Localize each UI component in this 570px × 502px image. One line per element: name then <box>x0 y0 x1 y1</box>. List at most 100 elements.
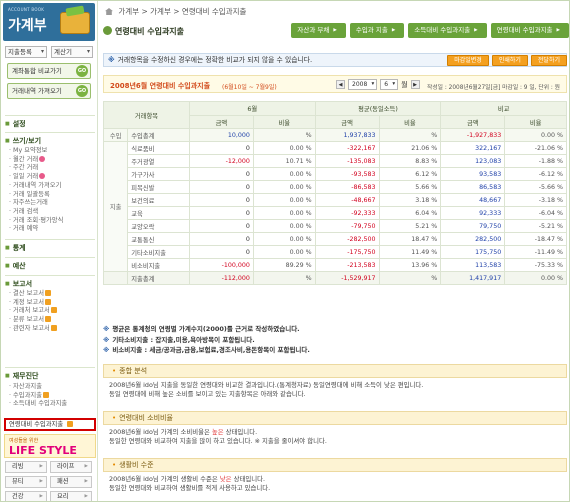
table-header-row: 거래항목 6월 평균(동일소득) 비교 <box>103 101 567 129</box>
sidebar-section-diagnosis[interactable]: 재무진단 <box>5 367 95 381</box>
sidebar-section-budget[interactable]: 예산 <box>5 257 95 271</box>
cell-ratio: 0.00 % <box>252 245 316 259</box>
sidebar-section-report[interactable]: 보고서 <box>5 275 95 289</box>
cell-amount: -93,583 <box>314 167 380 181</box>
cell-ratio: 3.18 % <box>378 193 442 207</box>
import-transactions-button[interactable]: 거래내역 가져오기 GO <box>7 83 91 99</box>
cell-amount: -92,333 <box>314 206 380 220</box>
sidebar-item-vendor-report[interactable]: 거래처 보고서 <box>9 307 57 316</box>
sidebar-item-bulk[interactable]: 거래 일괄등록 <box>9 191 63 200</box>
panel-line: 동일한 연령대와 비교하여 지출을 많이 하고 있습니다. ※ 지출을 줄이셔야… <box>109 437 327 445</box>
sidebar-item-settlement-report[interactable]: 결산 보고서 <box>9 290 57 299</box>
home-icon[interactable] <box>105 8 113 15</box>
cell-amount: 0 <box>188 245 254 259</box>
prev-arrow-icon[interactable]: ◀ <box>336 80 345 89</box>
cell-ratio: -21.06 % <box>504 141 567 155</box>
row-item: 교양오락 <box>127 219 190 233</box>
share-button[interactable]: 전달하기 <box>530 55 567 66</box>
cell-amount: -48,667 <box>314 193 380 207</box>
sidebar-item-label: 자주쓰는거래 <box>13 199 48 207</box>
import-transactions-label: 거래내역 가져오기 <box>12 87 62 95</box>
breadcrumb-item[interactable]: 가계부 <box>118 7 139 16</box>
cell-ratio: 21.06 % <box>378 141 442 155</box>
tab-assets-liabilities[interactable]: 자산과 부채 <box>291 23 346 38</box>
sidebar-item-frequent[interactable]: 자주쓰는거래 <box>9 199 63 208</box>
table-row: 교양오락 0 0.00 % -79,750 5.21 % 79,750 -5.21 % <box>104 219 567 233</box>
sidebar-item-person-report[interactable]: 관련자 보고서 <box>9 324 57 334</box>
lifestyle-health-button[interactable]: 건강 <box>5 491 47 501</box>
period-range: (6월10일 ~ 7월9일) <box>222 84 277 91</box>
row-item: 교통통신 <box>127 232 190 246</box>
cell-amount: 79,750 <box>440 219 506 233</box>
sidebar-item-label: 수입과지출 <box>13 391 42 399</box>
print-button[interactable]: 인쇄하기 <box>491 55 528 66</box>
cell-amount: -12,000 <box>188 154 254 168</box>
lifestyle-cooking-button[interactable]: 요리 <box>50 491 92 501</box>
table-row-income: 수입 수입총계 10,000 % 1,937,833 % -1,927,833 … <box>102 128 567 142</box>
sidebar-section-stats[interactable]: 통계 <box>5 239 95 253</box>
cell-amount: 0 <box>188 180 254 194</box>
go-icon: GO <box>76 65 88 77</box>
lifestyle-life-button[interactable]: 라이프 <box>50 461 92 473</box>
calculator-select[interactable]: 계산기 <box>51 46 93 58</box>
table-row: 보건의료 0 0.00 % -48,667 3.18 % 48,667 -3.18 % <box>104 193 567 207</box>
register-select[interactable]: 지출등록 <box>5 46 47 58</box>
row-item: 지출총계 <box>127 271 190 285</box>
sidebar-item-label: 분류 보고서 <box>13 316 44 324</box>
sidebar-item-daily[interactable]: 일일 거래 <box>9 173 63 182</box>
lifestyle-banner[interactable]: 여성들을 위한 LIFE STYLE <box>4 434 96 458</box>
report-list: 결산 보고서 계정 보고서 거래처 보고서 분류 보고서 관련자 보고서 <box>9 290 57 334</box>
sidebar-item-label: 거래 예약 <box>13 225 39 233</box>
page-title: 연령대비 수입과지출 <box>103 26 184 37</box>
sidebar-item-summary[interactable]: My 요약정보 <box>9 147 63 156</box>
next-arrow-icon[interactable]: ▶ <box>410 80 420 89</box>
sidebar-item-assets-expense[interactable]: 자산과지출 <box>9 383 67 392</box>
breadcrumb-item[interactable]: 가계부 <box>150 7 171 16</box>
panel-line: 2008년6월 ido님 가계의 생활비 수준은 낮은 상태입니다. <box>109 475 561 484</box>
tab-age-compare[interactable]: 연령대비 수입과지출 <box>490 23 569 38</box>
sidebar-item-income-ratio[interactable]: 소득대비 수입과지출 <box>9 400 67 409</box>
expense-rows: 지출 식료품비 0 0.00 % -322,167 21.06 % 322,167 -21.0… <box>102 141 567 285</box>
highlight-text: 높은 <box>211 428 224 436</box>
sidebar-item-search[interactable]: 거래 검색 <box>9 208 63 217</box>
note-mark: ※ <box>103 346 110 354</box>
sidebar-item-label: 거래내역 가져오기 <box>13 181 62 189</box>
app-logo[interactable]: ACCOUNT BOOK 가계부 <box>3 3 95 41</box>
cell-amount: 0 <box>188 193 254 207</box>
row-item: 교육 <box>127 206 190 220</box>
sidebar-item-import[interactable]: 거래내역 가져오기 <box>9 182 63 191</box>
text: 상태입니다. <box>231 475 266 483</box>
sidebar-item-reserve[interactable]: 거래 예약 <box>9 225 63 234</box>
cell-ratio: 0.00 % <box>504 128 567 142</box>
sidebar-item-category-report[interactable]: 분류 보고서 <box>9 316 57 325</box>
overall-analysis-panel: 종합 분석 2008년6월 ido님 지출을 동일한 연령대와 비교한 결과입니… <box>103 364 567 402</box>
lifestyle-fashion-button[interactable]: 패션 <box>50 476 92 488</box>
sidebar-item-label: My 요약정보 <box>13 147 48 154</box>
cell-amount: 48,667 <box>440 193 506 207</box>
cell-ratio: % <box>378 271 442 285</box>
month-select[interactable]: 6 <box>380 79 399 90</box>
cell-ratio: 0.00 % <box>252 206 316 220</box>
sidebar-item-age-compare-active[interactable]: 연령대비 수입과지출 <box>4 418 96 431</box>
year-select[interactable]: 2008 <box>348 79 378 90</box>
row-item: 보건의료 <box>127 193 190 207</box>
tab-income-ratio[interactable]: 소득대비 수입과지출 <box>408 23 487 38</box>
lifestyle-living-button[interactable]: 리빙 <box>5 461 47 473</box>
sidebar-item-label: 거래처 보고서 <box>13 307 50 315</box>
lifestyle-subtitle: 여성들을 위한 <box>9 438 39 444</box>
cell-ratio: -1.88 % <box>504 154 567 168</box>
panel-title: 종합 분석 <box>103 364 567 378</box>
sidebar-section-write-view[interactable]: 쓰기/보기 <box>5 132 95 146</box>
sidebar-item-weekly[interactable]: 주간 거래 <box>9 164 63 173</box>
sidebar-section-settings[interactable]: 설정 <box>5 115 95 129</box>
note-line: ※ 비소비지출 : 세금/공과금,금융,보험료,경조사비,용돈항목이 포함됩니다. <box>103 345 310 356</box>
lifestyle-beauty-button[interactable]: 뷰티 <box>5 476 47 488</box>
cell-ratio: -5.66 % <box>504 180 567 194</box>
change-closing-day-button[interactable]: 마감일변경 <box>447 55 489 66</box>
cell-ratio: -11.49 % <box>504 245 567 259</box>
cell-amount: -282,500 <box>314 232 380 246</box>
tab-income-expense[interactable]: 수입과 지출 <box>349 23 405 38</box>
cell-ratio: 6.12 % <box>378 167 442 181</box>
cell-ratio: 0.00 % <box>252 219 316 233</box>
account-compare-button[interactable]: 계좌통합 비교가기 GO <box>7 63 91 79</box>
